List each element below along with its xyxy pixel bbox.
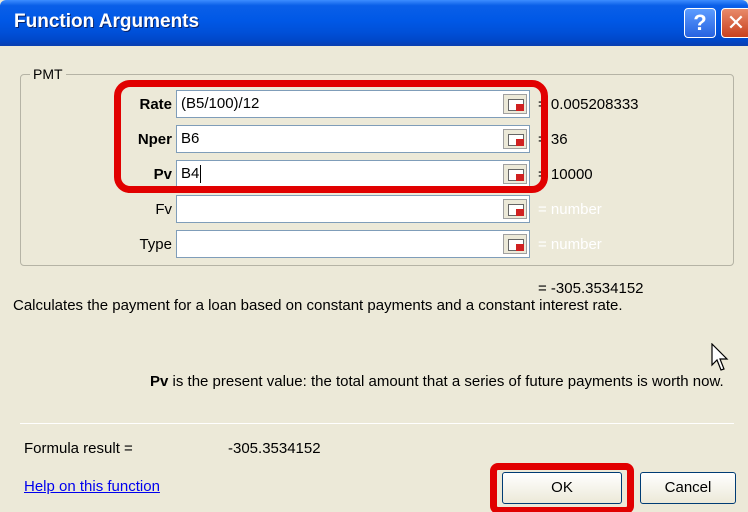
cancel-button[interactable]: Cancel xyxy=(640,472,736,504)
function-description: Calculates the payment for a loan based … xyxy=(13,297,623,314)
argument-help: Pv is the present value: the total amoun… xyxy=(150,372,740,392)
formula-result-value: -305.3534152 xyxy=(228,440,321,457)
arg-label-fv: Fv xyxy=(155,201,172,218)
collapse-dialog-icon[interactable] xyxy=(503,234,527,254)
mouse-pointer-icon xyxy=(711,343,729,371)
formula-result-label: Formula result = xyxy=(24,440,133,457)
annotation-highlight-required-args xyxy=(114,80,548,193)
dialog-title: Function Arguments xyxy=(14,11,200,32)
title-bar[interactable]: Function Arguments ? ✕ xyxy=(0,0,748,46)
help-icon[interactable]: ? xyxy=(684,8,716,38)
close-icon[interactable]: ✕ xyxy=(721,8,748,38)
function-result: = -305.3534152 xyxy=(538,280,644,297)
fv-input[interactable] xyxy=(176,195,530,223)
rate-result: = 0.005208333 xyxy=(538,96,639,113)
divider xyxy=(20,423,734,424)
annotation-highlight-ok xyxy=(490,463,634,512)
function-arguments-dialog: Function Arguments ? ✕ PMT Rate (B5/100)… xyxy=(0,0,748,512)
type-input[interactable] xyxy=(176,230,530,258)
argument-help-text: is the present value: the total amount t… xyxy=(168,373,724,390)
group-label: PMT xyxy=(30,66,66,82)
collapse-dialog-icon[interactable] xyxy=(503,199,527,219)
fv-result: = number xyxy=(538,201,602,218)
help-link[interactable]: Help on this function xyxy=(24,478,160,495)
argument-help-name: Pv xyxy=(150,373,169,390)
arg-label-type: Type xyxy=(139,236,172,253)
type-result: = number xyxy=(538,236,602,253)
